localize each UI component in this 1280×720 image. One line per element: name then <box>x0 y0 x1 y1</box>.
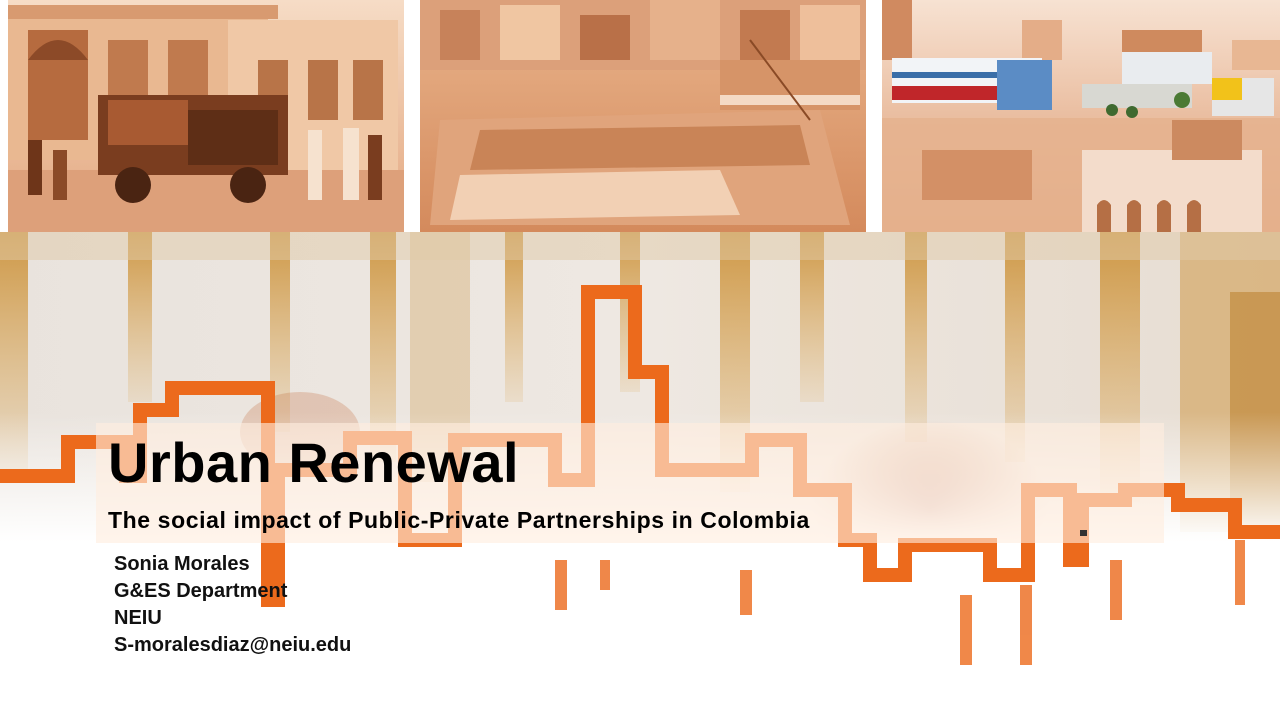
construction-site-photo <box>420 0 866 232</box>
author-institution: NEIU <box>114 607 162 629</box>
author-email[interactable]: S-moralesdiaz@neiu.edu <box>114 632 351 659</box>
modern-city-photo <box>882 0 1280 232</box>
historic-street-photo <box>8 0 404 232</box>
decorative-dot <box>1080 530 1087 536</box>
slide-title: Urban Renewal <box>108 431 520 494</box>
author-department: G&ES Department <box>114 580 288 602</box>
title-slide: Urban Renewal The social impact of Publi… <box>0 0 1280 720</box>
slide-subtitle: The social impact of Public-Private Part… <box>108 507 810 533</box>
author-name: Sonia Morales <box>114 553 250 575</box>
author-info: Sonia Morales G&ES Department NEIU S-mor… <box>114 551 351 659</box>
